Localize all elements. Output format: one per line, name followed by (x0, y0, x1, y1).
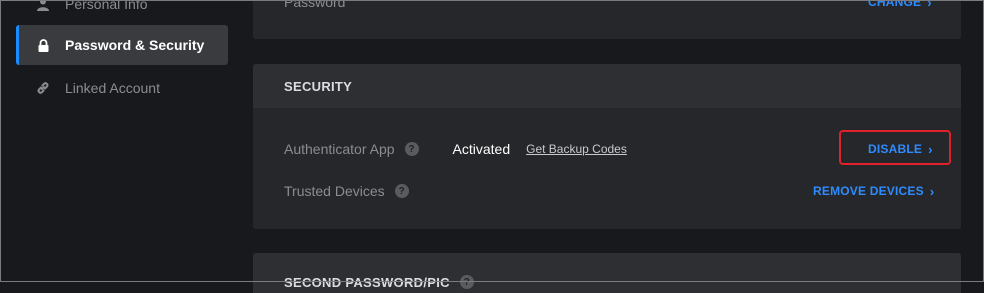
help-icon[interactable]: ? (404, 142, 419, 156)
sidebar-item-password-security[interactable]: Password & Security (16, 25, 228, 65)
remove-devices-label: REMOVE DEVICES (813, 184, 924, 198)
password-label: Password (284, 0, 346, 10)
user-icon (36, 0, 50, 11)
password-row: Password (284, 0, 961, 14)
remove-devices-button[interactable]: REMOVE DEVICES › (813, 179, 934, 203)
sidebar-item-personal-info[interactable]: Personal Info (16, 0, 228, 24)
help-icon[interactable]: ? (459, 275, 474, 289)
sidebar-item-label: Password & Security (65, 37, 205, 53)
link-icon (36, 81, 50, 95)
second-password-card: SECOND PASSWORD/PIC ? (253, 253, 961, 293)
chevron-right-icon: › (927, 0, 932, 10)
disable-highlight-box (839, 130, 951, 165)
change-password-button[interactable]: CHANGE › (868, 0, 932, 14)
sidebar-item-label: Linked Account (65, 80, 160, 96)
trusted-devices-label: Trusted Devices (284, 183, 385, 199)
authenticator-status: Activated (452, 141, 511, 157)
sidebar-item-label: Personal Info (65, 0, 148, 12)
sidebar-item-linked-account[interactable]: Linked Account (16, 68, 228, 108)
second-password-title: SECOND PASSWORD/PIC (284, 275, 450, 290)
help-icon[interactable]: ? (394, 184, 409, 198)
settings-sidebar: Personal Info Password & Security Linked… (0, 0, 240, 282)
second-password-header: SECOND PASSWORD/PIC ? (253, 253, 961, 293)
lock-icon (36, 38, 50, 52)
security-section-title: SECURITY (253, 64, 961, 108)
get-backup-codes-link[interactable]: Get Backup Codes (526, 142, 627, 156)
chevron-right-icon: › (929, 183, 935, 199)
password-card: Password CHANGE › (253, 0, 961, 39)
change-label: CHANGE (868, 0, 922, 9)
authenticator-label: Authenticator App (284, 141, 395, 157)
